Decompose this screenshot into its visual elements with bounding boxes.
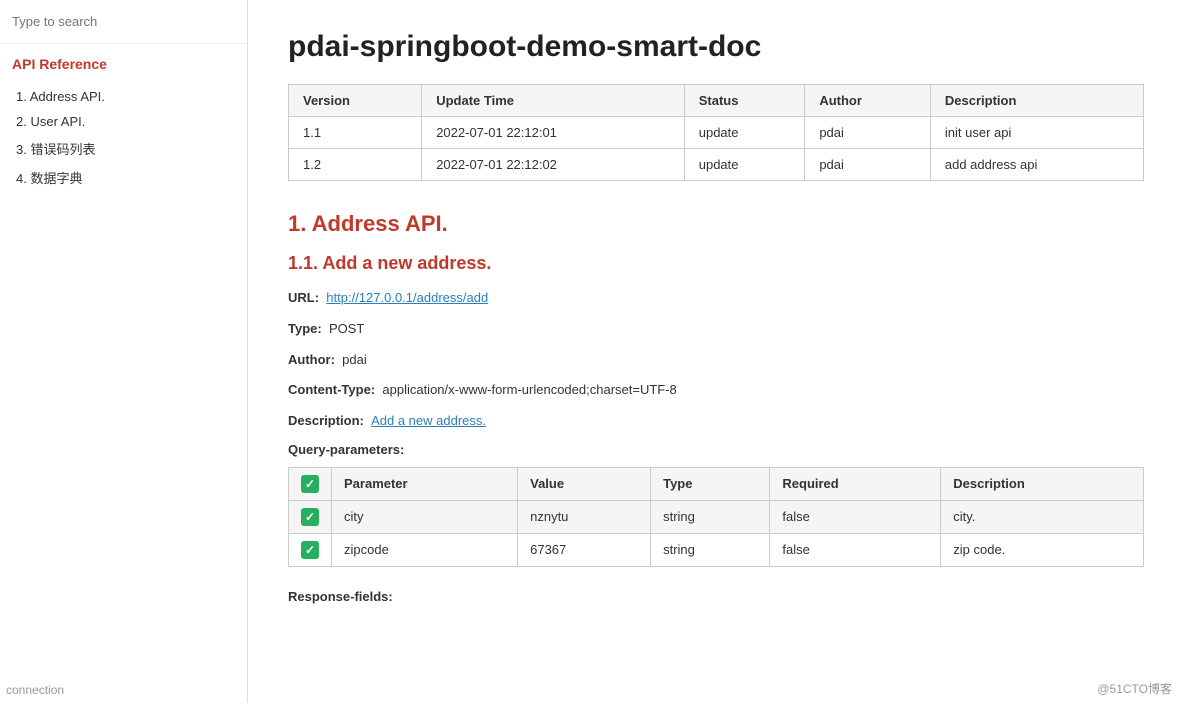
desc-cell: add address api [930,149,1143,181]
response-fields-heading: Response-fields: [288,589,393,604]
param-value: nznytu [518,500,651,533]
check-cell [289,533,332,566]
col-update-time: Update Time [422,85,685,117]
info-table: Version Update Time Status Author Descri… [288,84,1144,181]
author-cell: pdai [805,117,931,149]
sidebar-item-error[interactable]: 3. 错误码列表 [0,134,247,163]
sidebar: API Reference 1. Address API. 2. User AP… [0,0,248,703]
update-time-cell: 2022-07-01 22:12:02 [422,149,685,181]
col-desc: Description [941,467,1144,500]
update-time-cell: 2022-07-01 22:12:01 [422,117,685,149]
author-value: pdai [342,352,367,367]
col-author: Author [805,85,931,117]
description-field: Description: Add a new address. [288,411,1144,432]
param-desc: city. [941,500,1144,533]
connection-text: connection [6,683,64,697]
sidebar-link-address[interactable]: 1. Address API. [0,84,247,109]
col-parameter: Parameter [332,467,518,500]
params-table: Parameter Value Type Required Descriptio… [288,467,1144,567]
author-cell: pdai [805,149,931,181]
col-version: Version [289,85,422,117]
main-content: pdai-springboot-demo-smart-doc Version U… [248,0,1184,703]
sidebar-link-dict[interactable]: 4. 数据字典 [0,163,247,192]
content-type-label: Content-Type: [288,382,375,397]
sidebar-link-user[interactable]: 2. User API. [0,109,247,134]
subsection1-heading: 1.1. Add a new address. [288,253,1144,274]
param-row-city: city nznytu string false city. [289,500,1144,533]
type-field: Type: POST [288,319,1144,340]
version-cell: 1.1 [289,117,422,149]
status-cell: update [684,149,805,181]
url-label: URL: [288,290,319,305]
sidebar-section-title: API Reference [0,44,247,80]
table-row: 1.2 2022-07-01 22:12:02 update pdai add … [289,149,1144,181]
col-required: Required [770,467,941,500]
description-value: Add a new address. [371,413,486,428]
author-field: Author: pdai [288,350,1144,371]
type-label: Type: [288,321,322,336]
check-icon [301,508,319,526]
param-row-zipcode: zipcode 67367 string false zip code. [289,533,1144,566]
version-cell: 1.2 [289,149,422,181]
param-required: false [770,533,941,566]
url-link[interactable]: http://127.0.0.1/address/add [326,290,488,305]
param-type: string [651,533,770,566]
status-cell: update [684,117,805,149]
col-value: Value [518,467,651,500]
sidebar-nav: 1. Address API. 2. User API. 3. 错误码列表 4.… [0,80,247,196]
sidebar-item-dict[interactable]: 4. 数据字典 [0,163,247,192]
col-check [289,467,332,500]
table-row: 1.1 2022-07-01 22:12:01 update pdai init… [289,117,1144,149]
content-type-field: Content-Type: application/x-www-form-url… [288,380,1144,401]
param-desc: zip code. [941,533,1144,566]
section1-heading: 1. Address API. [288,211,1144,237]
search-input[interactable] [0,0,247,44]
sidebar-item-user[interactable]: 2. User API. [0,109,247,134]
param-name: city [332,500,518,533]
check-icon [301,475,319,493]
check-cell [289,500,332,533]
col-type: Type [651,467,770,500]
desc-cell: init user api [930,117,1143,149]
content-type-value: application/x-www-form-urlencoded;charse… [382,382,676,397]
col-description: Description [930,85,1143,117]
watermark: @51CTO博客 [1097,680,1172,697]
query-params-label: Query-parameters: [288,442,1144,457]
response-fields-label: Response-fields: [288,587,1144,608]
sidebar-item-address[interactable]: 1. Address API. [0,84,247,109]
param-value: 67367 [518,533,651,566]
page-title: pdai-springboot-demo-smart-doc [288,30,1144,64]
url-field: URL: http://127.0.0.1/address/add [288,288,1144,309]
param-type: string [651,500,770,533]
check-icon [301,541,319,559]
author-label: Author: [288,352,335,367]
description-label: Description: [288,413,364,428]
sidebar-link-error[interactable]: 3. 错误码列表 [0,134,247,163]
param-required: false [770,500,941,533]
param-name: zipcode [332,533,518,566]
type-value: POST [329,321,364,336]
col-status: Status [684,85,805,117]
